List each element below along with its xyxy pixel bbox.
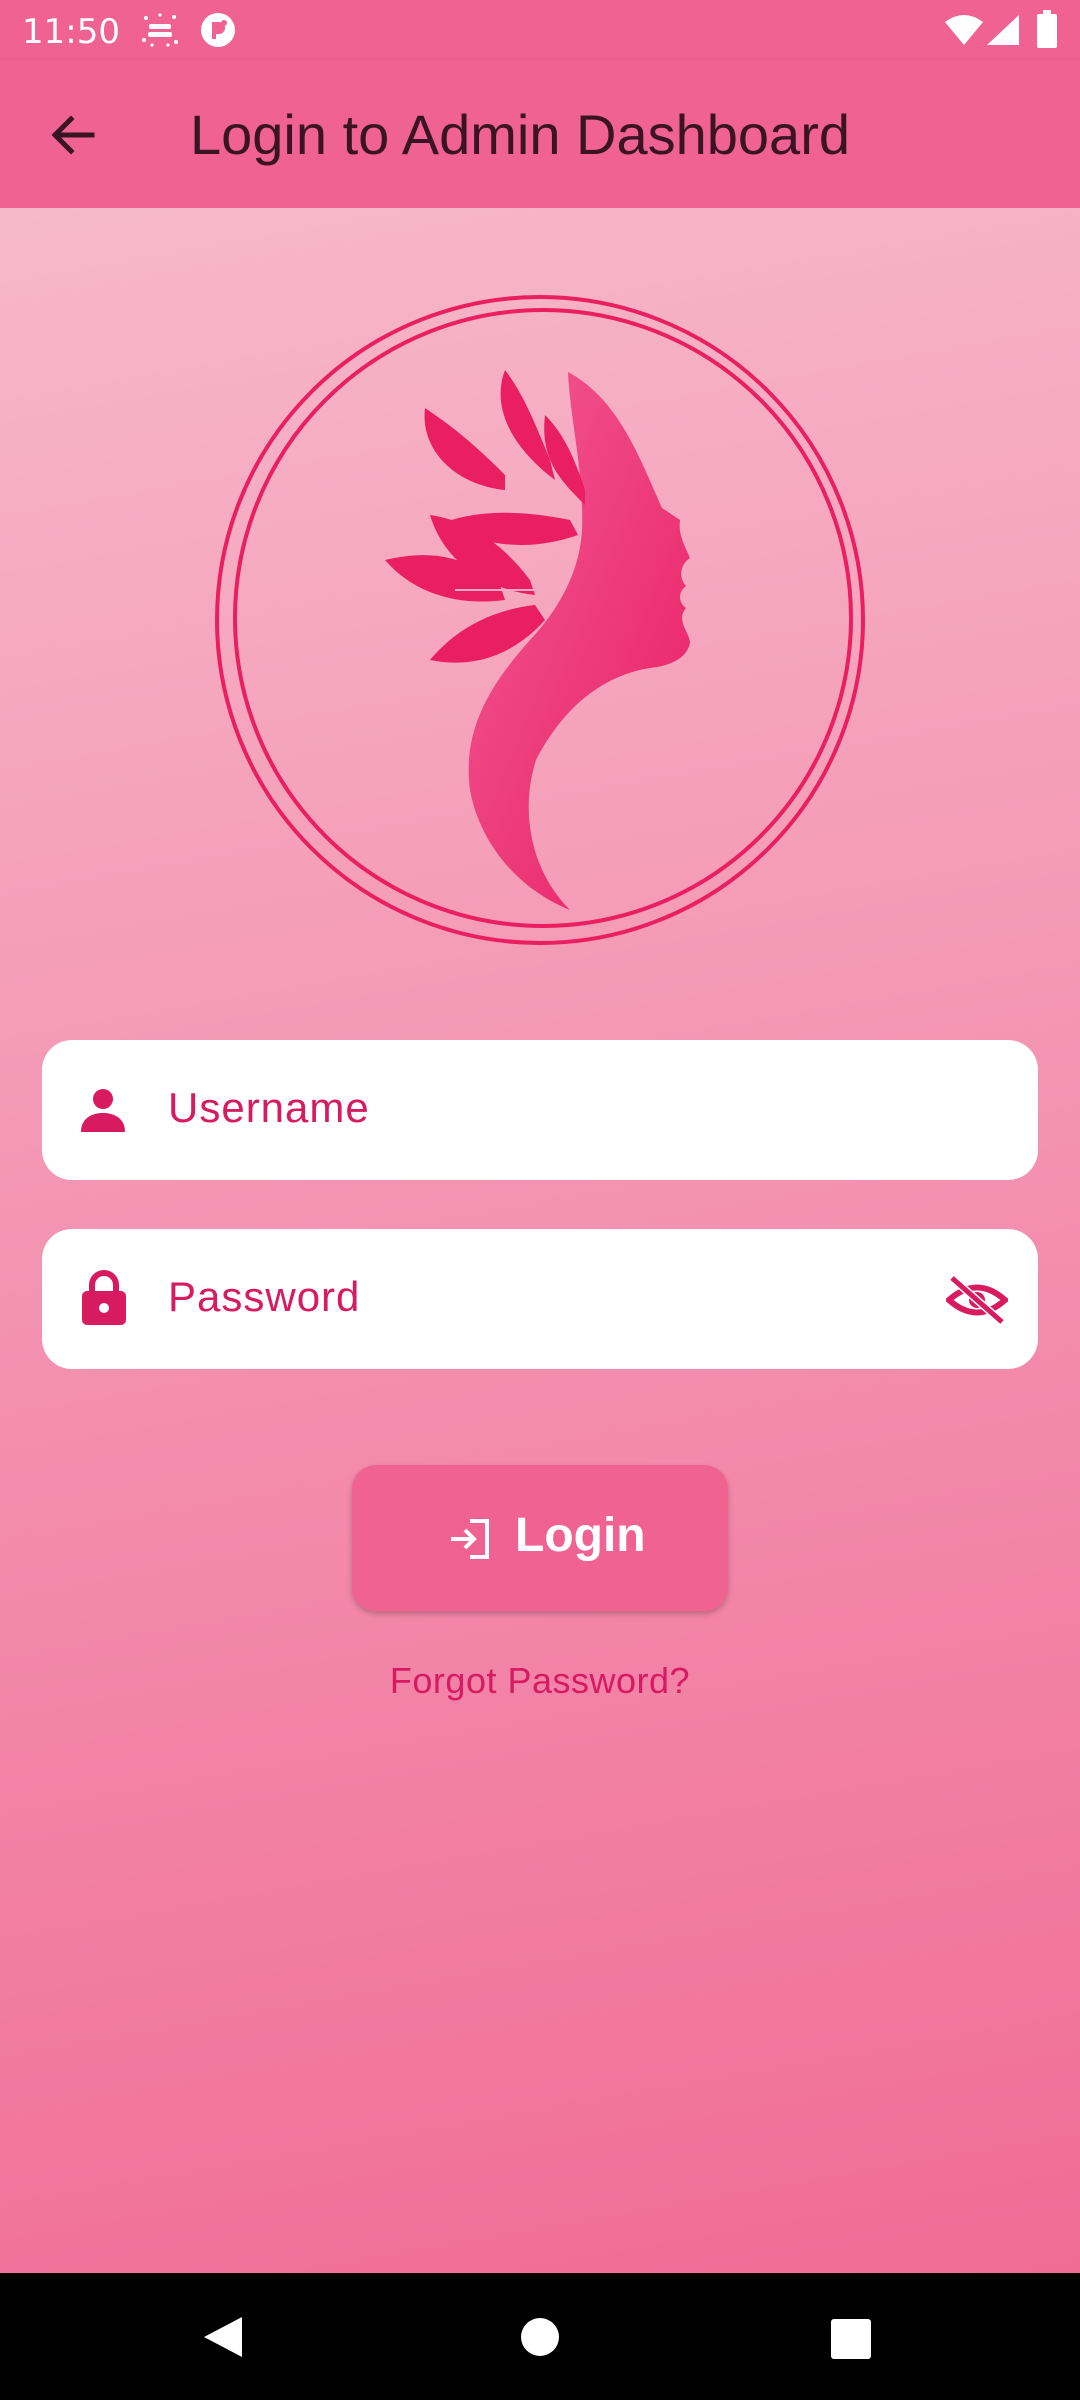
wifi-icon: [945, 15, 983, 45]
username-placeholder: Username: [168, 1084, 370, 1131]
login-button[interactable]: Login: [352, 1465, 728, 1611]
system-navigation-bar: [0, 2273, 1080, 2400]
home-circle-icon[interactable]: [520, 2317, 560, 2357]
username-field[interactable]: Username: [42, 1040, 1038, 1180]
arrow-back-icon[interactable]: [48, 110, 98, 160]
password-field[interactable]: Password: [42, 1229, 1038, 1369]
person-icon: [81, 1089, 125, 1132]
recents-square-icon[interactable]: [831, 2319, 871, 2359]
status-bar: 11:50: [0, 0, 1080, 60]
birthday-notification-icon: [142, 13, 178, 47]
battery-icon: [1037, 10, 1057, 48]
cellular-signal-icon: [987, 15, 1019, 45]
app-bar: Login to Admin Dashboard: [0, 60, 1080, 208]
woman-profile-leaves-logo: [215, 295, 865, 945]
login-button-label: Login: [515, 1509, 646, 1562]
app-notification-icon: [201, 13, 235, 47]
visibility-off-icon[interactable]: [946, 1275, 1008, 1325]
status-time: 11:50: [22, 12, 120, 52]
lock-icon: [82, 1270, 126, 1325]
forgot-password-link[interactable]: Forgot Password?: [0, 1660, 1080, 1702]
back-triangle-icon[interactable]: [202, 2315, 244, 2359]
login-icon: [451, 1519, 489, 1559]
page-title: Login to Admin Dashboard: [190, 103, 850, 166]
password-placeholder: Password: [168, 1273, 361, 1320]
